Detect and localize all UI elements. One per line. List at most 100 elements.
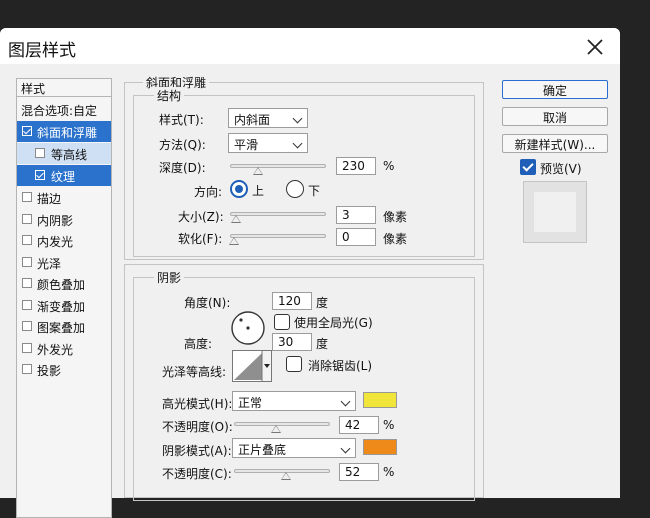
gradient-overlay-label: 渐变叠加 (37, 300, 86, 314)
dialog-title: 图层样式 (8, 41, 76, 61)
size-input[interactable]: 3 (336, 206, 376, 224)
ok-button[interactable]: 确定 (502, 80, 608, 99)
bevel-emboss-checkbox[interactable] (22, 126, 32, 136)
shadow-opacity-input[interactable]: 52 (339, 463, 379, 481)
shadow-opacity-slider[interactable] (234, 469, 330, 480)
soften-slider-thumb[interactable] (229, 237, 239, 245)
bevel-style-value: 内斜面 (234, 113, 271, 127)
outer-glow-checkbox[interactable] (22, 343, 32, 353)
altitude-label: 高度: (184, 337, 213, 351)
preview-checkbox[interactable] (520, 159, 536, 175)
style-item-outer-glow[interactable]: 外发光 (17, 338, 111, 359)
shading-inner-group: 阴影 角度(N): 120 度 使用全局光(G) 高度: 30 度 光泽等高线: (133, 269, 475, 501)
direction-up-label: 上 (252, 184, 265, 198)
inner-shadow-checkbox[interactable] (22, 214, 32, 224)
bevel-emboss-label: 斜面和浮雕 (37, 126, 98, 140)
anti-aliased-checkbox[interactable] (286, 356, 302, 372)
depth-slider[interactable] (230, 164, 326, 175)
highlight-opacity-input[interactable]: 42 (339, 416, 379, 434)
altitude-unit: 度 (316, 337, 329, 351)
soften-input[interactable]: 0 (336, 228, 376, 246)
satin-checkbox[interactable] (22, 257, 32, 267)
shadow-mode-label: 阴影模式(A): (162, 444, 232, 458)
structure-group: 结构 样式(T): 内斜面 方法(Q): 平滑 深度(D): 230 % 方向:… (133, 87, 475, 257)
gloss-contour-label: 光泽等高线: (162, 365, 227, 379)
direction-up-radio[interactable] (230, 180, 248, 198)
inner-glow-checkbox[interactable] (22, 235, 32, 245)
highlight-color-swatch[interactable] (363, 392, 397, 408)
depth-slider-thumb[interactable] (253, 167, 263, 175)
stroke-label: 描边 (37, 192, 62, 206)
shadow-opacity-label: 不透明度(C): (162, 467, 232, 481)
highlight-mode-label: 高光模式(H): (162, 397, 233, 411)
highlight-opacity-label: 不透明度(O): (162, 420, 233, 434)
chevron-down-icon (340, 396, 351, 407)
drop-shadow-checkbox[interactable] (22, 364, 32, 374)
contour-label: 等高线 (51, 148, 88, 162)
style-item-inner-glow[interactable]: 内发光 (17, 230, 111, 251)
depth-input[interactable]: 230 (336, 157, 376, 175)
chevron-down-icon (340, 443, 351, 454)
shadow-opacity-unit: % (383, 465, 395, 479)
highlight-opacity-slider[interactable] (234, 422, 330, 433)
depth-label: 深度(D): (159, 161, 206, 175)
direction-label: 方向: (194, 185, 223, 199)
style-item-drop-shadow[interactable]: 投影 (17, 359, 111, 380)
angle-input[interactable]: 120 (272, 292, 312, 310)
pattern-overlay-checkbox[interactable] (22, 321, 32, 331)
color-overlay-checkbox[interactable] (22, 278, 32, 288)
soften-slider[interactable] (229, 234, 326, 245)
stroke-checkbox[interactable] (22, 192, 32, 202)
outer-glow-label: 外发光 (37, 343, 74, 357)
bevel-style-select[interactable]: 内斜面 (228, 108, 308, 128)
direction-down-radio[interactable] (286, 180, 304, 198)
style-item-stroke[interactable]: 描边 (17, 187, 111, 208)
blend-options-label: 混合选项:自定 (21, 104, 98, 118)
shadow-mode-select[interactable]: 正片叠底 (232, 438, 356, 458)
shadow-opacity-thumb[interactable] (281, 472, 291, 480)
style-item-contour[interactable]: 等高线 (17, 143, 111, 164)
style-item-bevel-emboss[interactable]: 斜面和浮雕 (17, 121, 111, 142)
shading-group: 阴影 角度(N): 120 度 使用全局光(G) 高度: 30 度 光泽等高线: (124, 264, 484, 501)
inner-shadow-label: 内阴影 (37, 214, 74, 228)
depth-unit: % (383, 159, 395, 173)
soften-unit: 像素 (383, 232, 408, 246)
cancel-button[interactable]: 取消 (502, 107, 608, 126)
structure-group-title: 结构 (154, 87, 185, 104)
soften-label: 软化(F): (178, 232, 223, 246)
style-item-satin[interactable]: 光泽 (17, 252, 111, 273)
bevel-emboss-group: 斜面和浮雕 结构 样式(T): 内斜面 方法(Q): 平滑 深度(D): 230… (124, 74, 484, 260)
style-item-gradient-overlay[interactable]: 渐变叠加 (17, 295, 111, 316)
shadow-color-swatch[interactable] (363, 439, 397, 455)
highlight-mode-select[interactable]: 正常 (232, 391, 356, 411)
style-item-texture[interactable]: 纹理 (17, 165, 111, 186)
new-style-button[interactable]: 新建样式(W)... (502, 134, 608, 153)
technique-select[interactable]: 平滑 (228, 133, 308, 153)
direction-down-label: 下 (308, 184, 321, 198)
altitude-input[interactable]: 30 (272, 333, 312, 351)
contour-checkbox[interactable] (35, 148, 45, 158)
global-light-label: 使用全局光(G) (294, 316, 373, 330)
size-label: 大小(Z): (178, 210, 224, 224)
style-preview-swatch (534, 192, 576, 232)
blend-options-item[interactable]: 混合选项:自定 (17, 99, 111, 120)
size-slider-thumb[interactable] (231, 215, 241, 223)
preview-label: 预览(V) (540, 162, 582, 176)
highlight-opacity-thumb[interactable] (271, 425, 281, 433)
texture-checkbox[interactable] (35, 170, 45, 180)
title-bar: 图层样式 (0, 28, 620, 64)
size-unit: 像素 (383, 210, 408, 224)
style-item-color-overlay[interactable]: 颜色叠加 (17, 273, 111, 294)
angle-dial[interactable] (230, 310, 266, 346)
style-item-pattern-overlay[interactable]: 图案叠加 (17, 316, 111, 337)
close-icon[interactable] (584, 36, 606, 58)
gloss-contour-picker[interactable] (232, 350, 272, 382)
style-item-inner-shadow[interactable]: 内阴影 (17, 209, 111, 230)
gradient-overlay-checkbox[interactable] (22, 300, 32, 310)
highlight-mode-value: 正常 (238, 396, 263, 410)
style-label: 样式(T): (159, 113, 204, 127)
highlight-opacity-unit: % (383, 418, 395, 432)
size-slider[interactable] (230, 212, 326, 223)
global-light-checkbox[interactable] (274, 314, 290, 330)
shadow-mode-value: 正片叠底 (238, 443, 287, 457)
